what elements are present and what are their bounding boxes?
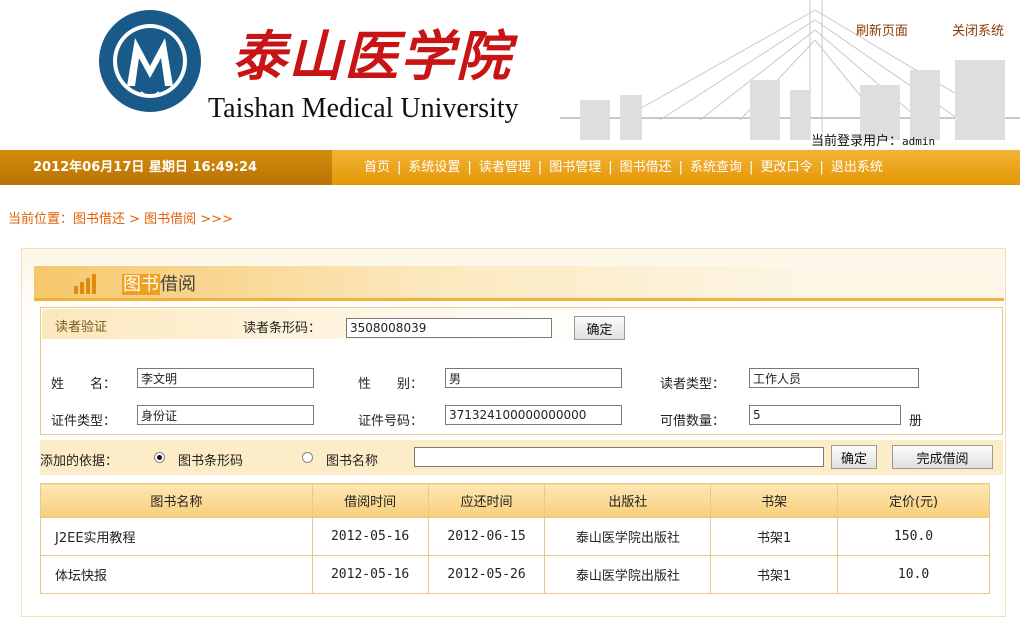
reader-barcode-input[interactable]: [346, 318, 552, 338]
id-number-label: 证件号码：: [358, 414, 424, 429]
radio-book-name[interactable]: [302, 452, 313, 463]
col-borrow-date: 借阅时间: [311, 483, 429, 518]
login-info: 当前登录用户：admin: [811, 130, 935, 149]
panel-title: 图书借阅: [122, 270, 196, 296]
top-links: 刷新页面 关闭系统: [816, 20, 1004, 39]
reader-form: 读者验证 读者条形码： 确定 姓 名： 性 别： 读者类型： 证件类型： 证件号…: [40, 307, 1003, 435]
main-navbar: 2012年06月17日 星期日 16:49:24 首页 | 系统设置 | 读者管理 | 图书…: [0, 150, 1020, 185]
nav-home[interactable]: 首页: [364, 160, 390, 175]
book-search-input[interactable]: [414, 447, 824, 467]
reader-verify-label: 读者验证: [55, 320, 108, 335]
id-type-label: 证件类型：: [51, 414, 117, 429]
panel-title-rest: 借阅: [160, 274, 196, 295]
col-book-name: 图书名称: [40, 483, 313, 518]
radio-book-name-label[interactable]: 图书名称: [326, 450, 378, 469]
id-type-input[interactable]: [137, 405, 314, 425]
quota-unit: 册: [909, 414, 923, 429]
radio-barcode[interactable]: [154, 452, 165, 463]
nav-change-password[interactable]: 更改口令: [760, 160, 812, 175]
cell-borrow-date: 2012-05-16: [311, 555, 429, 594]
cell-due-date: 2012-05-26: [427, 555, 546, 594]
reader-type-input[interactable]: [749, 368, 919, 388]
nav-system-query[interactable]: 系统查询: [690, 160, 742, 175]
cell-book-name: J2EE实用教程: [40, 517, 313, 556]
cell-price: 150.0: [837, 517, 990, 556]
cell-publisher: 泰山医学院出版社: [544, 517, 712, 556]
col-publisher: 出版社: [544, 483, 712, 518]
gender-input[interactable]: [445, 368, 622, 388]
name-label: 姓 名：: [51, 377, 117, 392]
university-name-cn: 泰山医学院: [232, 24, 512, 88]
cell-shelf: 书架1: [710, 555, 839, 594]
login-label: 当前登录用户：: [811, 134, 903, 149]
nav-menu: 首页 | 系统设置 | 读者管理 | 图书管理 | 图书借还 | 系统查询 | 更改口令 | 退出系统: [364, 160, 883, 175]
col-shelf: 书架: [710, 483, 839, 518]
cell-borrow-date: 2012-05-16: [311, 517, 429, 556]
table-header-row: 图书名称 借阅时间 应还时间 出版社 书架 定价(元): [40, 483, 990, 518]
nav-book-management[interactable]: 图书管理: [549, 160, 601, 175]
cell-shelf: 书架1: [710, 517, 839, 556]
table-row: 体坛快报 2012-05-16 2012-05-26 泰山医学院出版社 书架1 …: [40, 555, 990, 594]
add-confirm-button[interactable]: 确定: [831, 445, 877, 469]
cell-book-name: 体坛快报: [40, 555, 313, 594]
id-number-input[interactable]: [445, 405, 622, 425]
university-name-en: Taishan Medical University: [208, 93, 519, 124]
login-user: admin: [902, 135, 936, 148]
breadcrumb: 当前位置：图书借还 > 图书借阅 >>>: [8, 212, 233, 227]
col-due-date: 应还时间: [427, 483, 546, 518]
nav-book-borrow-return[interactable]: 图书借还: [620, 160, 672, 175]
close-system-link[interactable]: 关闭系统: [952, 24, 1004, 39]
quota-label: 可借数量：: [660, 414, 726, 429]
panel-title-highlight: 图书: [122, 274, 160, 295]
cell-price: 10.0: [837, 555, 990, 594]
add-book-row: 添加的依据： 图书条形码 图书名称 确定 完成借阅: [40, 440, 1003, 475]
header: 泰山医学院 Taishan Medical University 刷新页面 关闭…: [0, 0, 1020, 150]
finish-borrow-button[interactable]: 完成借阅: [892, 445, 993, 469]
cell-due-date: 2012-06-15: [427, 517, 546, 556]
gender-label: 性 别：: [358, 377, 424, 392]
nav-reader-management[interactable]: 读者管理: [479, 160, 531, 175]
radio-barcode-label[interactable]: 图书条形码: [178, 450, 243, 469]
reader-confirm-button[interactable]: 确定: [574, 316, 625, 340]
borrow-table: 图书名称 借阅时间 应还时间 出版社 书架 定价(元) J2EE实用教程 201…: [40, 483, 990, 594]
nav-exit-system[interactable]: 退出系统: [831, 160, 883, 175]
name-input[interactable]: [137, 368, 314, 388]
quota-input[interactable]: [749, 405, 901, 425]
bars-icon: [74, 274, 98, 294]
refresh-page-link[interactable]: 刷新页面: [856, 24, 908, 39]
university-logo: [99, 10, 201, 112]
cell-publisher: 泰山医学院出版社: [544, 555, 712, 594]
col-price: 定价(元): [837, 483, 990, 518]
add-basis-label: 添加的依据：: [40, 454, 119, 469]
nav-system-settings[interactable]: 系统设置: [408, 160, 460, 175]
panel-title-bar: 图书借阅: [34, 266, 1004, 301]
reader-barcode-label: 读者条形码：: [243, 321, 322, 336]
table-row: J2EE实用教程 2012-05-16 2012-06-15 泰山医学院出版社 …: [40, 517, 990, 556]
current-datetime: 2012年06月17日 星期日 16:49:24: [0, 150, 332, 185]
reader-type-label: 读者类型：: [660, 377, 726, 392]
